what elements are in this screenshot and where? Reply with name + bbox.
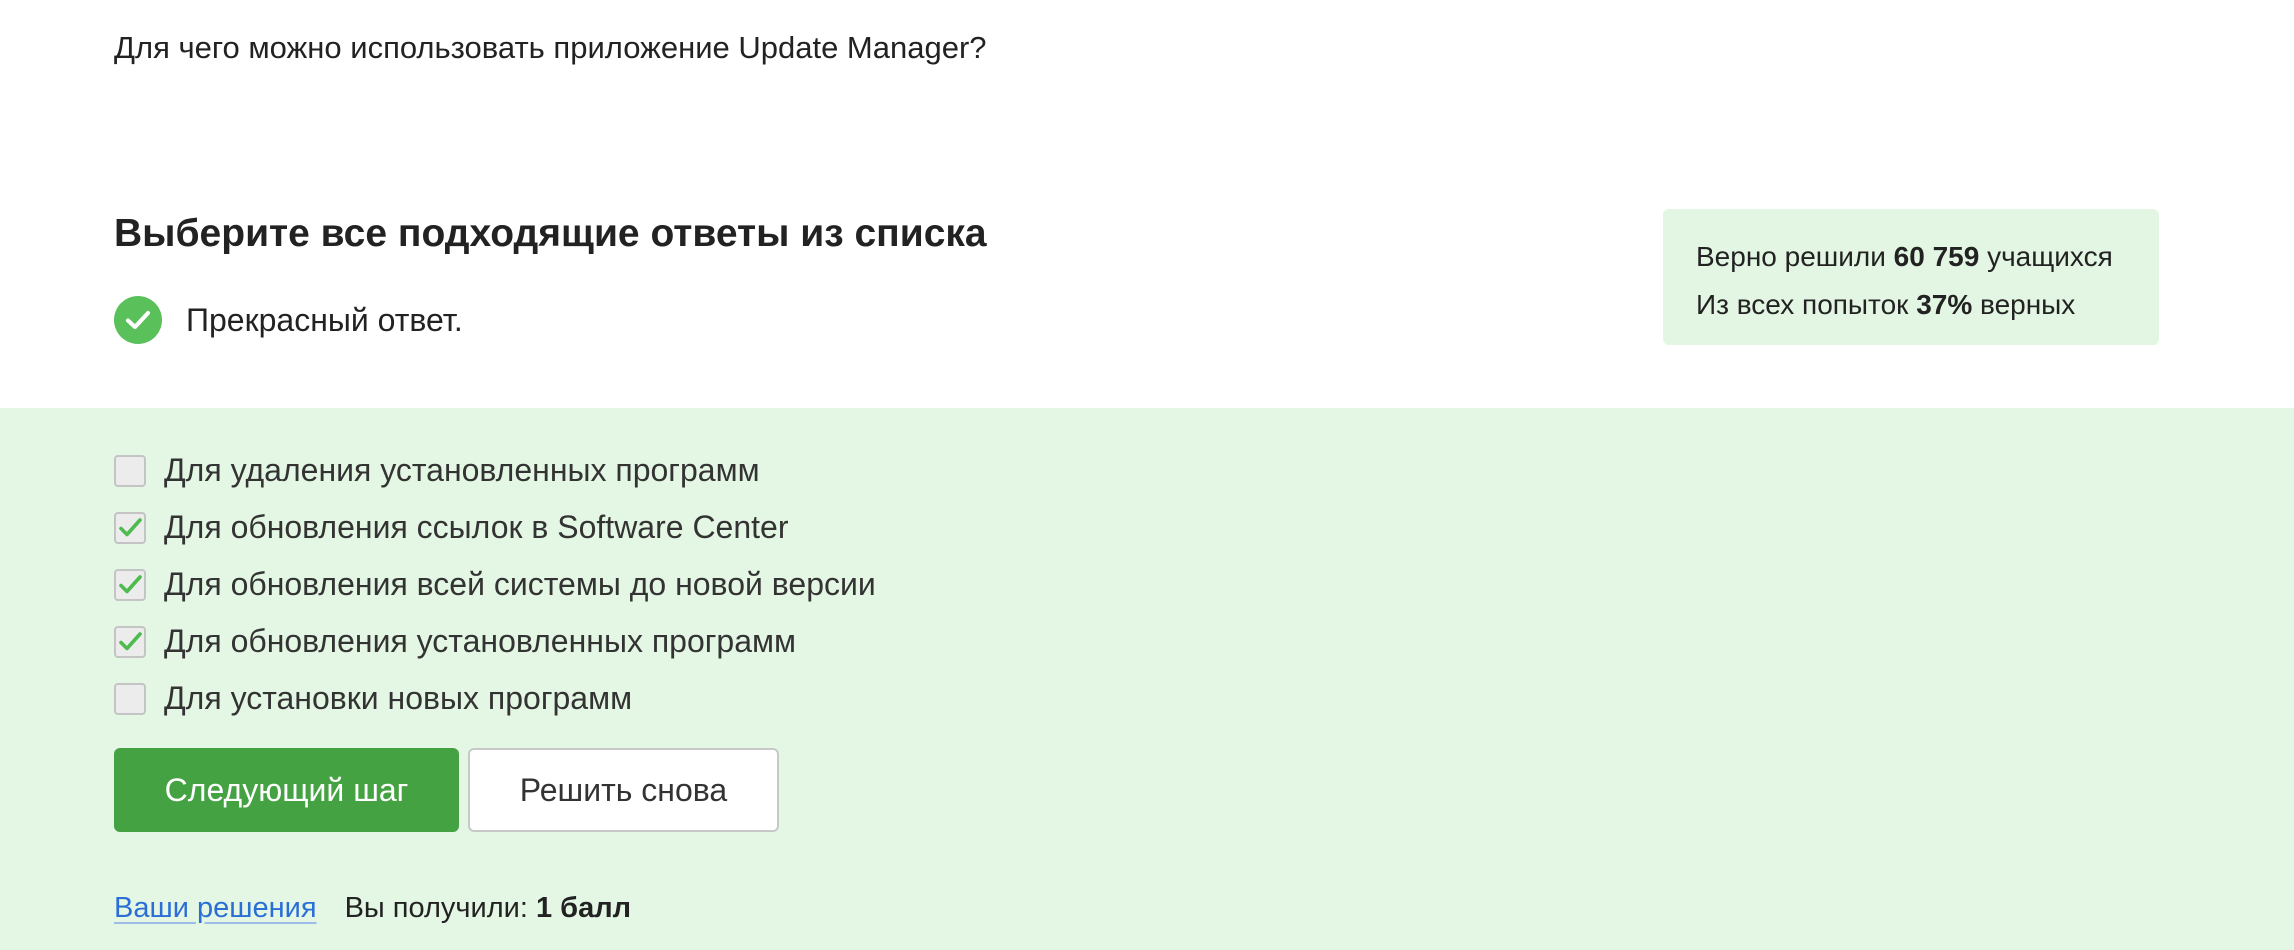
score-prefix: Вы получили: xyxy=(344,892,528,924)
attempts-suffix: верных xyxy=(1980,289,2076,320)
stats-box: Верно решили 60 759 учащихся Из всех поп… xyxy=(1663,209,2159,345)
next-step-button[interactable]: Следующий шаг xyxy=(114,748,459,832)
option-label: Для обновления установленных программ xyxy=(164,623,797,659)
solved-count: 60 759 xyxy=(1893,241,1980,272)
your-solutions-link[interactable]: Ваши решения xyxy=(114,892,317,925)
attempts-prefix: Из всех попыток xyxy=(1696,289,1909,320)
solved-prefix: Верно решили xyxy=(1696,241,1886,272)
options-list: Для удаления установленных программ Для … xyxy=(114,442,876,727)
score-text: Вы получили: 1 балл xyxy=(345,892,632,925)
option-item[interactable]: Для обновления всей системы до новой вер… xyxy=(114,556,876,613)
feedback-message: Прекрасный ответ. xyxy=(114,296,463,344)
option-checkbox[interactable] xyxy=(114,568,146,601)
action-buttons: Следующий шаг Решить снова xyxy=(114,748,779,832)
solved-stat: Верно решили 60 759 учащихся xyxy=(1696,233,2159,281)
feedback-text: Прекрасный ответ. xyxy=(186,301,463,338)
option-checkbox[interactable] xyxy=(114,511,146,544)
attempts-stat: Из всех попыток 37% верных xyxy=(1696,281,2159,329)
checkmark-icon xyxy=(119,574,142,593)
option-item[interactable]: Для установки новых программ xyxy=(114,670,876,727)
option-item[interactable]: Для обновления ссылок в Software Center xyxy=(114,499,876,556)
question-text: Для чего можно использовать приложение U… xyxy=(114,30,987,65)
footer: Ваши решения Вы получили: 1 балл xyxy=(114,892,631,925)
option-item[interactable]: Для обновления установленных программ xyxy=(114,613,876,670)
instruction-heading: Выберите все подходящие ответы из списка xyxy=(114,212,987,255)
option-item[interactable]: Для удаления установленных программ xyxy=(114,442,876,499)
checkmark-icon xyxy=(119,517,142,536)
answer-panel: Для удаления установленных программ Для … xyxy=(0,408,2294,950)
score-value: 1 балл xyxy=(535,892,632,924)
option-label: Для удаления установленных программ xyxy=(164,452,760,488)
option-checkbox[interactable] xyxy=(114,625,146,658)
option-label: Для обновления всей системы до новой вер… xyxy=(164,566,876,602)
checkmark-icon xyxy=(119,631,142,650)
attempts-percent: 37% xyxy=(1916,289,1973,320)
option-label: Для установки новых программ xyxy=(164,680,633,716)
option-checkbox[interactable] xyxy=(114,454,146,487)
option-label: Для обновления ссылок в Software Center xyxy=(164,509,789,545)
option-checkbox[interactable] xyxy=(114,682,146,715)
solved-suffix: учащихся xyxy=(1987,241,2113,272)
check-circle-icon xyxy=(114,296,162,344)
solve-again-button[interactable]: Решить снова xyxy=(468,748,779,832)
